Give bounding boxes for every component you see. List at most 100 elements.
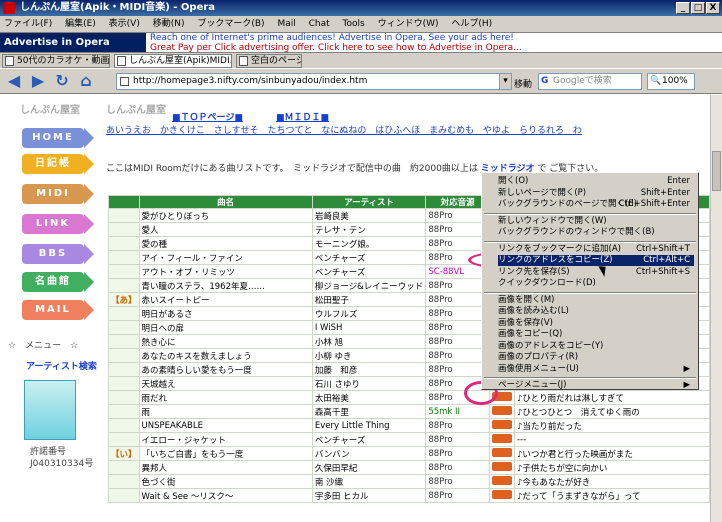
song-artist: 岩崎良美	[311, 208, 427, 223]
tab-label: 空白のページ	[251, 56, 302, 66]
song-title: 赤いスイートピー	[138, 292, 313, 307]
midradio-banner[interactable]	[24, 380, 76, 440]
kana-link-na[interactable]: なにぬねの	[321, 126, 366, 136]
menu-heading: ☆ メニュー ☆	[8, 341, 79, 351]
minimize-button[interactable]: _	[676, 2, 690, 14]
context-menu-item[interactable]: 画像使用メニュー(U) ▶	[498, 364, 694, 375]
play-cell[interactable]	[488, 488, 515, 503]
menu-view[interactable]: 表示(V)	[109, 19, 140, 29]
play-cell[interactable]	[488, 418, 515, 433]
context-menu-label: 画像を読み込む(L)	[498, 306, 569, 316]
table-row: 異邦人 久保田早紀 88Pro ♪子供たちが空に向かい	[108, 460, 710, 475]
tab-blank[interactable]: 空白のページ	[236, 54, 302, 68]
address-dropdown-icon[interactable]: ▾	[499, 74, 511, 89]
submenu-arrow-icon: ▶	[683, 380, 690, 390]
context-menu-item[interactable]: 画像を保存(V)	[498, 318, 694, 329]
close-button[interactable]: X	[706, 2, 720, 14]
artist-search-link[interactable]: アーティスト検索	[26, 359, 97, 372]
nav-home-button[interactable]: HOME	[22, 128, 94, 148]
context-menu-item[interactable]: 画像を読み込む(L)	[498, 306, 694, 317]
tab-karaoke[interactable]: 50代のカラオケ・動画部屋	[2, 54, 110, 68]
group-cell	[108, 376, 140, 391]
kana-link-ta[interactable]: たちつてと	[267, 126, 312, 136]
context-menu-item[interactable]: 画像を開く(M)	[498, 295, 694, 306]
menu-tools[interactable]: Tools	[343, 19, 365, 29]
menu-edit[interactable]: 編集(E)	[65, 19, 96, 29]
nav-diary-button[interactable]: 日記帳	[22, 154, 94, 174]
play-cell[interactable]	[488, 432, 515, 447]
kana-link-ha[interactable]: はひふへほ	[375, 126, 420, 136]
context-menu-item[interactable]: 画像のプロパティ(R)	[498, 352, 694, 363]
play-icon[interactable]	[491, 489, 512, 499]
menu-window[interactable]: ウィンドウ(W)	[378, 19, 439, 29]
kana-link-sa[interactable]: さしすせそ	[214, 126, 259, 136]
play-cell[interactable]	[488, 474, 515, 489]
menu-chat[interactable]: Chat	[309, 19, 330, 29]
context-menu-item[interactable]: バックグラウンドのページで開く(E) Ctrl+Shift+Enter	[498, 199, 694, 210]
menu-separator	[484, 377, 696, 379]
midi-link[interactable]: ■ＭＩＤＩ■	[276, 110, 329, 123]
context-menu-item[interactable]: リンクのアドレスをコピー(Z) Ctrl+Alt+C	[498, 255, 694, 266]
kana-link-ma[interactable]: まみむめも	[429, 126, 474, 136]
play-icon[interactable]	[491, 447, 512, 457]
nav-bbs-button[interactable]: BBS	[22, 244, 94, 264]
top-page-link[interactable]: ■ＴＯＰページ■	[172, 110, 243, 123]
group-cell	[108, 250, 140, 265]
song-artist: Every Little Thing	[311, 418, 427, 433]
ad-line-1[interactable]: Reach one of Internet's prime audiences!…	[150, 33, 522, 43]
back-icon[interactable]: ◀	[4, 72, 24, 90]
scrollbar-thumb[interactable]	[712, 151, 721, 191]
play-cell[interactable]	[488, 446, 515, 461]
nav-mail-button[interactable]: MAIL	[22, 300, 94, 320]
ad-bar[interactable]: Advertise in Opera Reach one of Internet…	[0, 32, 722, 53]
col-title-header: 曲名	[138, 195, 313, 209]
vertical-scrollbar[interactable]	[710, 95, 722, 522]
menu-file[interactable]: ファイル(F)	[4, 19, 52, 29]
menu-navigate[interactable]: 移動(N)	[153, 19, 185, 29]
zoom-field[interactable]: 🔍 100%	[647, 73, 695, 90]
context-menu-item[interactable]: ページメニュー(J) ▶	[498, 380, 694, 391]
context-menu-item[interactable]: リンク先を保存(S) Ctrl+Shift+S	[498, 267, 694, 278]
context-menu-item[interactable]: バックグラウンドのウィンドウで開く(B)	[498, 227, 694, 238]
nav-link-button[interactable]: LINK	[22, 214, 94, 234]
context-menu-item[interactable]: 開く(O) Enter	[498, 176, 694, 187]
tab-midi[interactable]: しんぷん屋室(Apik)MIDI...	[114, 54, 232, 68]
menu-help[interactable]: ヘルプ(H)	[451, 19, 492, 29]
play-icon[interactable]	[491, 405, 512, 415]
context-menu-item[interactable]: 新しいウィンドウで開く(W)	[498, 216, 694, 227]
play-cell[interactable]	[488, 404, 515, 419]
search-field[interactable]: G Googleで検索	[538, 73, 642, 90]
song-comment: ♪ひとつひとつ 消えてゆく雨の	[513, 404, 710, 419]
menu-separator	[484, 291, 696, 294]
go-button[interactable]: 移動	[514, 77, 532, 90]
play-icon[interactable]	[491, 419, 512, 429]
song-source: 88Pro	[425, 488, 490, 503]
context-menu-item[interactable]: リンクをブックマークに追加(A) Ctrl+Shift+T	[498, 244, 694, 255]
menu-mail[interactable]: Mail	[277, 19, 295, 29]
tab-label: 50代のカラオケ・動画部屋	[17, 56, 110, 66]
forward-icon[interactable]: ▶	[28, 72, 48, 90]
kana-link-wa[interactable]: わ	[573, 126, 582, 136]
context-menu-item[interactable]: 画像をコピー(Q)	[498, 329, 694, 340]
menu-bookmarks[interactable]: ブックマーク(B)	[197, 19, 264, 29]
song-title: 色づく街	[138, 474, 313, 489]
address-field[interactable]: http://homepage3.nifty.com/sinbunyadou/i…	[116, 73, 512, 90]
song-comment: ♪ひとり雨だれは淋しすぎて	[513, 390, 710, 405]
context-menu-label: 画像を開く(M)	[498, 294, 555, 305]
play-cell[interactable]	[488, 460, 515, 475]
kana-link-ka[interactable]: かきくけこ	[160, 126, 205, 136]
reload-icon[interactable]: ↻	[52, 72, 72, 90]
kana-link-ya[interactable]: やゆよ	[483, 126, 510, 136]
kana-link-a[interactable]: あいうえお	[106, 126, 151, 136]
maximize-button[interactable]: □	[691, 2, 705, 14]
context-menu-item[interactable]: 新しいページで開く(P) Shift+Enter	[498, 188, 694, 199]
context-menu-item[interactable]: 画像のアドレスをコピー(Y)	[498, 341, 694, 352]
nav-meikyoku-button[interactable]: 名曲館	[22, 272, 94, 292]
context-menu-item[interactable]: クイックダウンロード(D)	[498, 278, 694, 289]
home-icon[interactable]: ⌂	[76, 72, 96, 90]
play-icon[interactable]	[491, 461, 512, 471]
play-icon[interactable]	[491, 433, 512, 443]
kana-link-ra[interactable]: らりるれろ	[519, 126, 564, 136]
play-icon[interactable]	[491, 475, 512, 485]
nav-midi-button[interactable]: MIDI	[22, 184, 94, 204]
